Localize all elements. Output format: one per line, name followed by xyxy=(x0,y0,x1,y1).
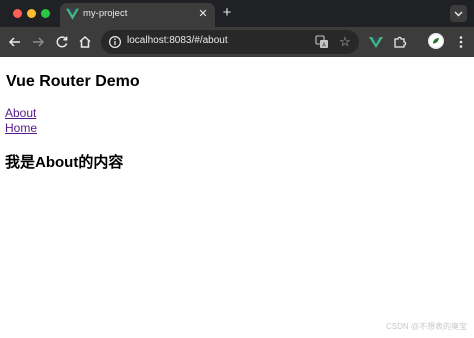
browser-toolbar: localhost:8083/#/about A ☆ xyxy=(0,27,474,57)
svg-text:A: A xyxy=(322,43,326,49)
page-title: Vue Router Demo xyxy=(6,73,140,90)
address-bar[interactable]: localhost:8083/#/about A ☆ xyxy=(101,30,359,54)
nav-link-home[interactable]: Home xyxy=(5,121,37,135)
extensions-button[interactable] xyxy=(391,33,409,51)
router-view-heading: 我是About的内容 xyxy=(5,154,124,171)
translate-icon[interactable]: A xyxy=(315,35,329,49)
csdn-watermark: CSDN @不想表的臭宝 xyxy=(386,322,468,331)
vue-logo-icon xyxy=(66,8,79,20)
maximize-window-button[interactable] xyxy=(41,9,50,18)
tab-search-button[interactable] xyxy=(450,5,467,22)
minimize-window-button[interactable] xyxy=(27,9,36,18)
kebab-menu-icon xyxy=(459,36,463,48)
reload-icon xyxy=(56,36,68,48)
page-viewport: Vue Router Demo About Home 我是About的内容 CS… xyxy=(0,57,474,338)
avatar-image xyxy=(429,34,443,48)
forward-button[interactable] xyxy=(29,33,47,51)
reload-button[interactable] xyxy=(53,33,71,51)
vue-devtools-extension[interactable] xyxy=(367,33,385,51)
close-tab-button[interactable]: ✕ xyxy=(196,6,210,22)
home-icon xyxy=(79,35,91,48)
browser-menu-button[interactable] xyxy=(452,33,470,51)
back-arrow-icon xyxy=(8,37,20,47)
home-button[interactable] xyxy=(76,33,94,51)
site-info-icon[interactable] xyxy=(108,35,122,49)
close-window-button[interactable] xyxy=(13,9,22,18)
tab-my-project[interactable]: my-project ✕ xyxy=(60,3,215,27)
vue-devtools-icon xyxy=(369,37,383,48)
chevron-down-icon xyxy=(454,11,463,17)
avatar-icon[interactable] xyxy=(428,33,444,49)
back-button[interactable] xyxy=(6,33,24,51)
star-icon[interactable]: ☆ xyxy=(338,34,352,49)
forward-arrow-icon xyxy=(33,37,45,47)
new-tab-button[interactable]: + xyxy=(219,4,235,22)
url-text[interactable]: localhost:8083/#/about xyxy=(127,35,228,46)
tab-title: my-project xyxy=(83,8,128,19)
tab-bar: my-project ✕ + xyxy=(0,0,474,27)
nav-link-about[interactable]: About xyxy=(5,106,36,120)
puzzle-piece-icon xyxy=(394,36,407,48)
